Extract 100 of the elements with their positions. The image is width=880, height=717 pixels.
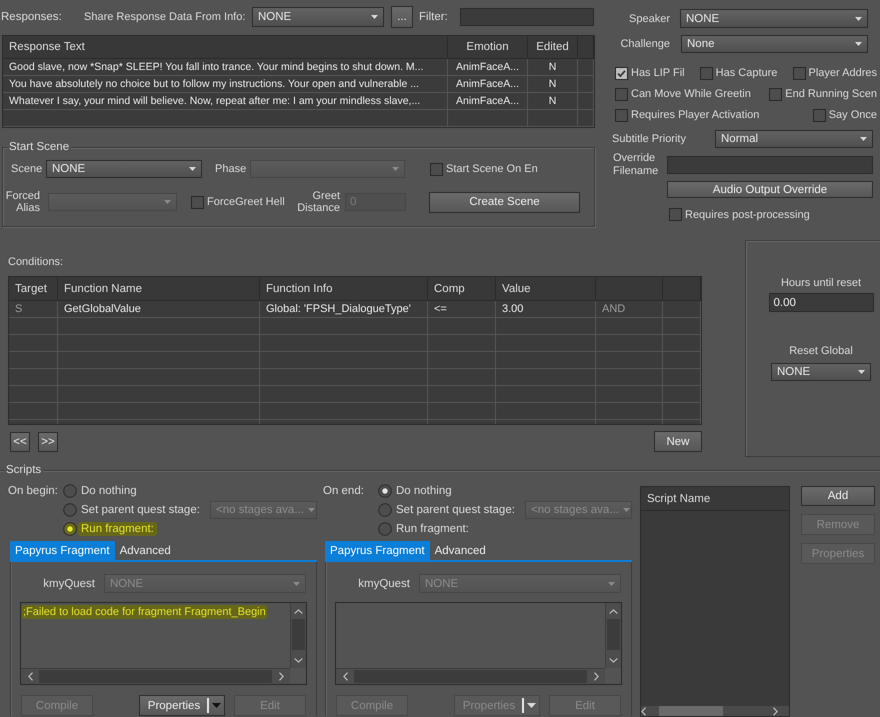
checkbox[interactable] [430,162,443,176]
table-cell: AnimFaceA... [448,76,528,92]
radio-button[interactable] [378,522,392,536]
chevron-left-icon [342,672,348,681]
chevron-right-icon [594,672,598,681]
checkbox-label: Has LIP Fil [631,67,685,79]
checkbox[interactable] [812,108,826,122]
checkbox[interactable] [700,66,713,80]
chevron-up-icon [294,608,303,614]
horizontal-scrollbar[interactable] [336,668,605,684]
checkbox-label: End Running Scen [785,88,877,100]
speaker-label: Speaker [628,12,670,24]
filter-field[interactable] [460,8,594,26]
caret-icon [189,167,196,171]
next-button[interactable]: >> [38,432,58,452]
checkbox-label: Say Once [828,109,877,121]
table-cell: AnimFaceA... [448,59,528,75]
challenge-label: Challenge [619,38,670,50]
checkbox[interactable] [615,66,628,80]
new-button[interactable]: New [654,431,702,452]
table-cell: S [9,301,58,317]
scrollbar-thumb[interactable] [39,670,272,683]
caret-icon [860,137,867,141]
filename-field[interactable] [667,156,873,174]
checkbox-label: ForceGreet Hell [207,196,285,208]
scrollbar-thumb[interactable] [607,619,620,650]
table-cell: 3.00 [496,301,596,317]
scene-dropdown[interactable]: NONE [46,160,202,178]
table-cell: AND [596,301,663,317]
table-cell: Global: 'FPSH_DialogueType' [260,301,428,317]
chevron-left-icon [641,707,646,716]
column-header[interactable]: Value [496,277,596,300]
previous-button[interactable]: << [10,432,30,452]
scene-label: Scene [11,163,44,175]
caret-icon [392,167,399,171]
radio-button[interactable] [378,484,392,498]
radio-button[interactable] [378,502,392,516]
share-label: Share Response Data From Info: [84,11,246,23]
radio-label: Set parent quest stage: [81,504,200,516]
table-cell: GetGlobalValue [58,301,260,317]
column-header[interactable]: Emotion [448,36,528,58]
challenge-dropdown[interactable]: None [681,35,868,53]
properties-button[interactable]: Properties [139,695,225,716]
vertical-scrollbar[interactable] [290,603,306,668]
code-editor[interactable] [335,602,622,685]
table-cell: Good slave, now *Snap* SLEEP! You fall into trance. Your mind begins to shut down. M... [3,59,448,75]
section-label: On begin: [8,484,59,496]
scrollbar-thumb[interactable] [292,619,305,650]
script-list[interactable]: Script Name [640,486,790,717]
radio-button[interactable] [63,522,77,536]
radio-label: Do nothing [396,484,452,496]
caret-icon [212,703,221,708]
override-filename-label: Override Filename [613,152,660,178]
audio-override-button[interactable]: Audio Output Override [667,181,873,198]
speaker-dropdown[interactable]: NONE [680,9,868,28]
checkbox[interactable] [615,108,628,122]
chevron-down-icon [294,658,303,662]
tab[interactable]: Advanced [430,541,491,560]
hours-label: Hours until reset [780,277,862,289]
chevron-down-icon [609,658,618,662]
share-dropdown[interactable]: NONE [252,7,384,27]
priority-dropdown[interactable]: Normal [715,130,873,148]
caret-icon [855,42,862,46]
column-header[interactable]: Target [9,277,58,300]
tab[interactable]: Papyrus Fragment [325,541,430,560]
caret-icon [308,508,315,512]
column-header[interactable]: Function Info [260,277,428,300]
column-header[interactable]: Response Text [3,36,448,58]
checkbox[interactable] [615,88,628,100]
create-scene-button[interactable]: Create Scene [429,192,580,212]
code-editor[interactable]: ;Failed to load code for fragment Fragment_Begin [20,602,307,685]
column-header[interactable]: Comp [428,277,496,300]
reset-global-dropdown[interactable]: NONE [771,363,871,381]
subtitle-priority-label: Subtitle Priority [612,133,687,145]
checkbox[interactable] [669,208,682,221]
tab[interactable]: Advanced [114,541,176,560]
browse-button[interactable]: ... [391,6,413,28]
horizontal-scrollbar[interactable] [641,706,789,716]
checkbox[interactable] [792,66,806,80]
add-button[interactable]: Add [801,486,875,506]
column-header[interactable]: Edited [528,36,578,58]
tab[interactable]: Papyrus Fragment [10,541,115,560]
section-label: Responses: [0,11,63,23]
radio-button[interactable] [63,484,77,498]
caret-icon [858,370,865,374]
radio-button[interactable] [63,502,77,516]
radio-label: Set parent quest stage: [396,504,515,516]
caret-icon [371,15,378,19]
scrollbar-thumb[interactable] [354,670,587,683]
table-cell: N [528,76,578,92]
horizontal-scrollbar[interactable] [21,668,290,684]
hours-field[interactable]: 0.00 [768,293,874,312]
section-label: On end: [323,484,365,496]
checkbox[interactable] [769,88,782,100]
scrollbar-thumb[interactable] [659,706,723,716]
checkbox[interactable] [191,196,204,208]
radio-label: Run fragment: [78,522,157,536]
column-header[interactable]: Function Name [58,277,260,300]
vertical-scrollbar[interactable] [605,603,621,668]
caret-icon [855,16,862,20]
